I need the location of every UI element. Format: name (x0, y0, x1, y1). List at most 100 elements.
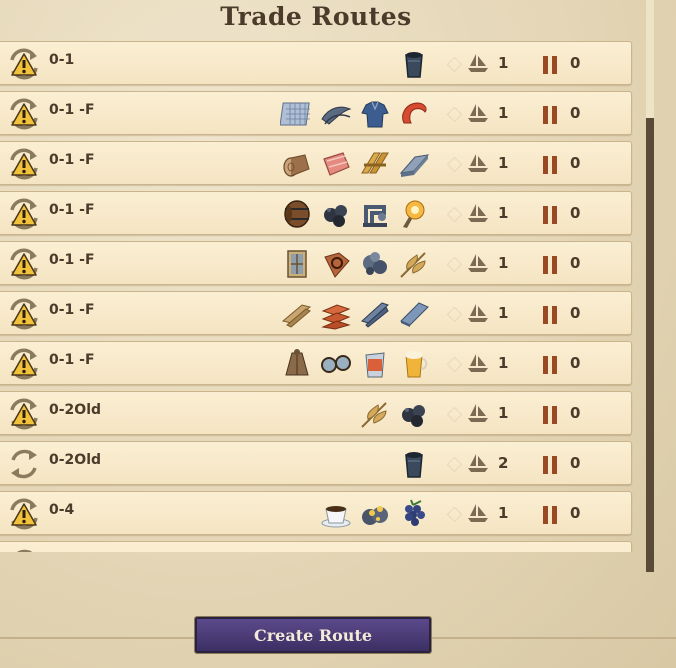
paused-count: 0 (570, 104, 581, 122)
ship-icon (467, 253, 489, 273)
ship-count: 1 (498, 154, 509, 172)
route-row[interactable]: 0-2Old 1 0 (0, 391, 632, 435)
ship-count: 1 (498, 254, 509, 272)
route-name: 0-1 -F (49, 252, 95, 268)
beer-icon (397, 347, 431, 381)
ore-icon (358, 247, 392, 281)
route-warning-icon (6, 196, 42, 232)
route-row[interactable]: 0-4 1 0 (0, 491, 632, 535)
route-warning-icon (6, 346, 42, 382)
route-name: 0-1 (49, 52, 75, 68)
route-name: 0-2Old (49, 402, 102, 418)
pause-icon (542, 255, 558, 275)
route-list[interactable]: 0-1 1 0 0-1 -F 1 0 0-1 -F 1 0 0-1 -F 1 0 0-1 -F 1 0 0-1… (0, 41, 633, 552)
route-row[interactable]: 0-1 -F 1 0 (0, 91, 632, 135)
pause-icon (542, 305, 558, 325)
ship-count: 1 (498, 404, 509, 422)
route-row[interactable]: 0-1 -F 1 0 (0, 241, 632, 285)
route-goods (319, 547, 431, 552)
paused-count: 0 (570, 254, 581, 272)
pause-icon (542, 405, 558, 425)
sheet-metal-icon (397, 297, 431, 331)
route-row[interactable]: 0-1 -F 1 0 (0, 141, 632, 185)
wheat-icon (397, 247, 431, 281)
bucket-icon (397, 47, 431, 81)
glasses-icon (319, 347, 353, 381)
canned-food-icon (358, 347, 392, 381)
ship-icon (467, 403, 489, 423)
route-row[interactable] (0, 541, 632, 552)
logs-icon (280, 147, 314, 181)
route-warning-icon (6, 246, 42, 282)
route-warning-icon (6, 46, 42, 82)
meat-icon (319, 147, 353, 181)
diamond-ornament-icon (446, 106, 463, 123)
ship-icon (467, 303, 489, 323)
route-cycle-icon (6, 546, 42, 552)
fur-coat-icon (280, 347, 314, 381)
ship-icon (467, 53, 489, 73)
pause-icon (542, 355, 558, 375)
route-goods (358, 397, 431, 431)
route-row[interactable]: 0-1 -F 1 0 (0, 291, 632, 335)
diamond-ornament-icon (446, 256, 463, 273)
ship-icon (467, 503, 489, 523)
route-name: 0-1 -F (49, 302, 95, 318)
ship-icon (467, 153, 489, 173)
route-row[interactable]: 0-1 -F 1 0 (0, 191, 632, 235)
ship-icon (467, 353, 489, 373)
diamond-ornament-icon (446, 206, 463, 223)
ship-icon (467, 103, 489, 123)
barrel-icon (280, 197, 314, 231)
ship-count: 1 (498, 504, 509, 522)
timber-icon (280, 297, 314, 331)
paused-count: 0 (570, 54, 581, 72)
route-warning-icon (6, 96, 42, 132)
paused-count: 0 (570, 354, 581, 372)
route-name: 0-1 -F (49, 202, 95, 218)
ship-count: 1 (498, 354, 509, 372)
pause-icon (542, 455, 558, 475)
ship-count: 1 (498, 204, 509, 222)
window-icon (280, 247, 314, 281)
pause-icon (542, 55, 558, 75)
work-clothes-icon (358, 97, 392, 131)
gold-ore-icon (358, 497, 392, 531)
route-goods (397, 447, 431, 481)
steel-beam-icon (358, 297, 392, 331)
route-row[interactable]: 0-2Old 2 0 (0, 441, 632, 485)
diamond-ornament-icon (446, 56, 463, 73)
diamond-ornament-icon (446, 356, 463, 373)
route-warning-icon (6, 296, 42, 332)
coal-icon (397, 397, 431, 431)
route-warning-icon (6, 146, 42, 182)
paused-count: 0 (570, 454, 581, 472)
scrollbar-thumb[interactable] (646, 118, 654, 572)
wheat-icon (358, 397, 392, 431)
paused-count: 0 (570, 404, 581, 422)
ship-icon (467, 203, 489, 223)
sewing-machine-icon (358, 197, 392, 231)
diamond-ornament-icon (446, 306, 463, 323)
route-row[interactable]: 0-1 -F 1 0 (0, 341, 632, 385)
paused-count: 0 (570, 304, 581, 322)
sausage-icon (397, 97, 431, 131)
diamond-ornament-icon (446, 456, 463, 473)
route-row[interactable]: 0-1 1 0 (0, 41, 632, 85)
grey-good-icon (397, 547, 431, 552)
diamond-ornament-icon (446, 156, 463, 173)
light-bulb-icon (397, 197, 431, 231)
ship-count: 1 (498, 54, 509, 72)
create-route-button[interactable]: Create Route (194, 616, 432, 654)
grapes-icon (397, 497, 431, 531)
route-goods (397, 47, 431, 81)
paused-count: 0 (570, 204, 581, 222)
diamond-ornament-icon (446, 506, 463, 523)
grey-good-icon (319, 547, 353, 552)
route-name: 0-1 -F (49, 102, 95, 118)
route-cycle-icon (6, 446, 42, 482)
ship-icon (467, 453, 489, 473)
fishing-net-icon (279, 97, 314, 131)
route-goods (280, 247, 431, 281)
pause-icon (542, 155, 558, 175)
